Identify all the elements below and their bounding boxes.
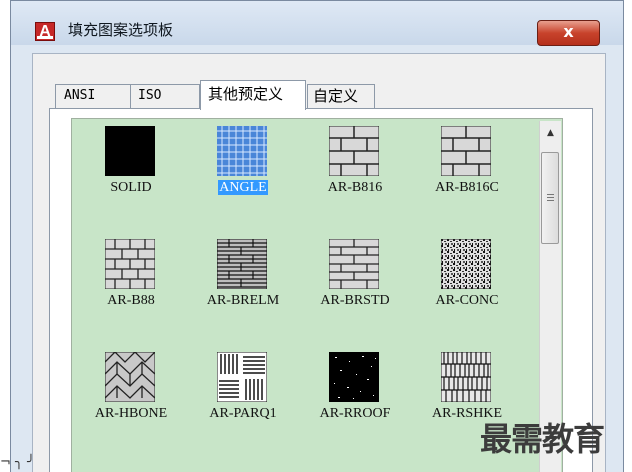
brick-pattern-icon	[441, 126, 491, 176]
pattern-solid[interactable]: SOLID	[76, 126, 186, 226]
brick-pattern-icon	[329, 126, 379, 176]
pattern-label: AR-RROOF	[319, 406, 391, 421]
pattern-label: AR-BRELM	[206, 293, 280, 308]
selected-label-text: ANGLE	[218, 180, 268, 195]
concrete-pattern-icon	[441, 239, 491, 289]
pattern-ar-parq1[interactable]: AR-PARQ1	[188, 352, 298, 452]
pattern-ar-conc[interactable]: AR-CONC	[412, 239, 522, 339]
pattern-angle[interactable]: ANGLE	[188, 126, 298, 226]
grip-line	[547, 194, 554, 195]
pattern-label: AR-HBONE	[94, 406, 168, 421]
shake-roof-pattern-icon	[441, 352, 491, 402]
pattern-label: AR-B816C	[435, 180, 499, 195]
small-brick-pattern-icon	[105, 239, 155, 289]
pattern-label: AR-CONC	[435, 293, 499, 308]
watermark-text: 最需教育	[480, 420, 605, 458]
solid-swatch-icon	[105, 126, 155, 176]
pattern-ar-brstd[interactable]: AR-BRSTD	[300, 239, 410, 339]
parquet-pattern-icon	[217, 352, 267, 402]
pattern-label: AR-PARQ1	[209, 406, 277, 421]
scroll-up-arrow-icon[interactable]: ▲	[540, 121, 561, 143]
pattern-ar-rroof[interactable]: AR-RROOF	[300, 352, 410, 452]
pattern-label: SOLID	[110, 180, 152, 195]
tab-iso[interactable]: ISO	[130, 84, 200, 108]
pattern-label: AR-B816	[327, 180, 383, 195]
pattern-label-selected: ANGLE	[188, 180, 298, 196]
pattern-ar-brelm[interactable]: AR-BRELM	[188, 239, 298, 339]
grip-line	[547, 200, 554, 201]
pattern-ar-b816[interactable]: AR-B816	[300, 126, 410, 226]
brick-element-pattern-icon	[217, 239, 267, 289]
tab-custom[interactable]: 自定义	[307, 84, 375, 108]
angle-swatch-icon	[217, 126, 267, 176]
pattern-ar-b816c[interactable]: AR-B816C	[412, 126, 522, 226]
window-title: 填充图案选项板	[68, 21, 174, 39]
autocad-app-icon: A	[35, 22, 55, 41]
tab-other-predefined[interactable]: 其他预定义	[200, 80, 306, 110]
standard-brick-pattern-icon	[329, 239, 379, 289]
scroll-thumb[interactable]	[541, 152, 559, 244]
herringbone-pattern-icon	[105, 352, 155, 402]
close-button[interactable]: x	[537, 20, 600, 46]
roof-pattern-icon	[329, 352, 379, 402]
pattern-label: AR-BRSTD	[320, 293, 390, 308]
pattern-label: AR-B88	[107, 293, 155, 308]
pattern-ar-hbone[interactable]: AR-HBONE	[76, 352, 186, 452]
tab-ansi[interactable]: ANSI	[55, 84, 133, 108]
pattern-ar-b88[interactable]: AR-B88	[76, 239, 186, 339]
edge-artifact-text: ¬ ╮ ╯	[0, 455, 35, 470]
grip-line	[547, 197, 554, 198]
